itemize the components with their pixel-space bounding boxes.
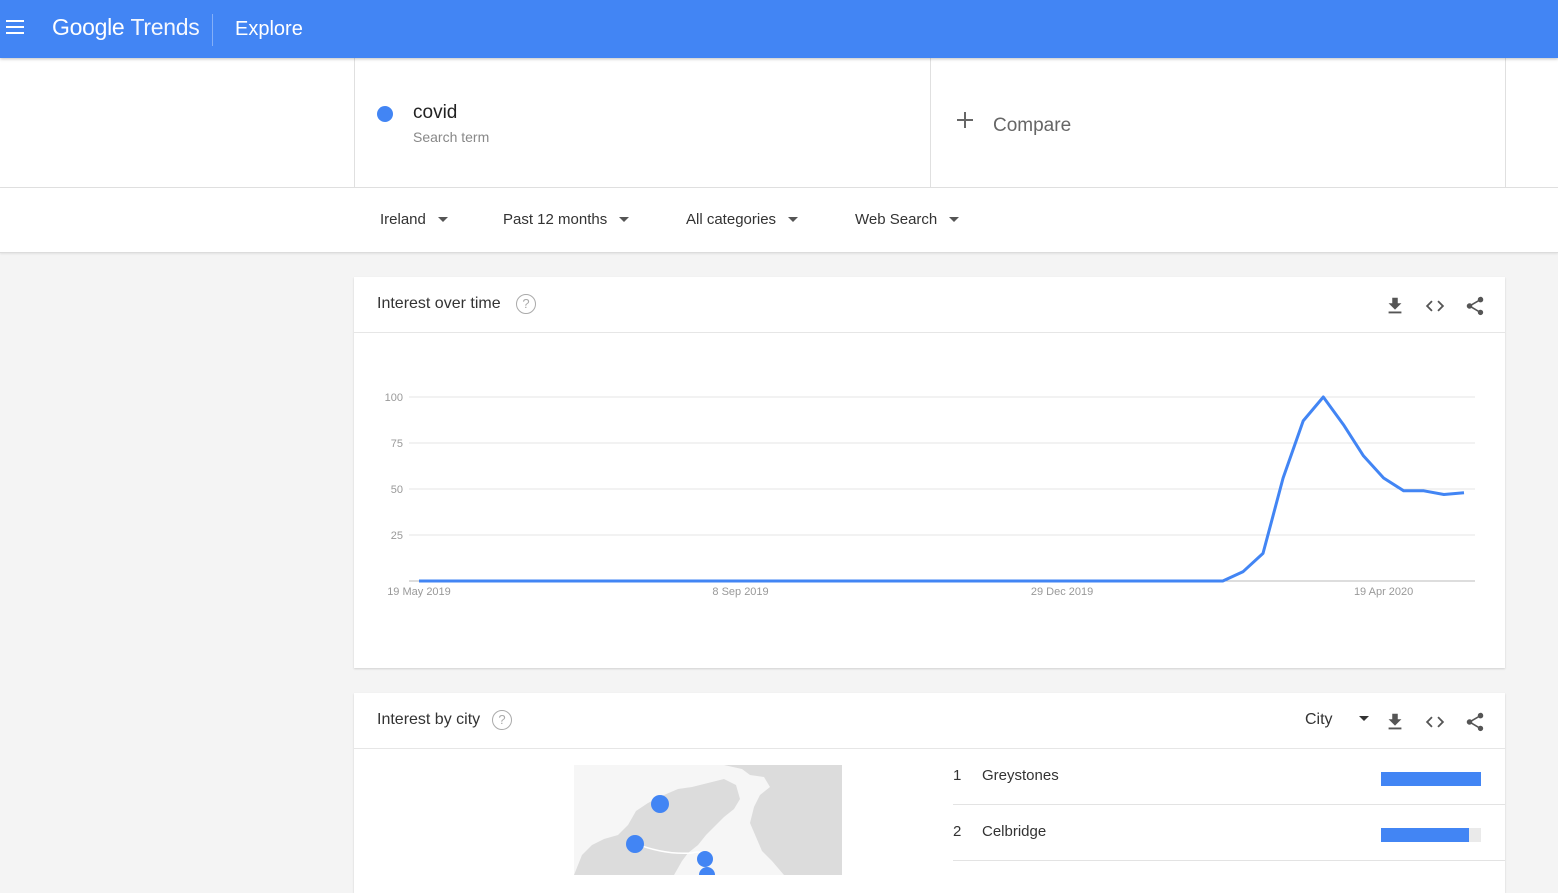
city-row[interactable]: 1 Greystones 100 — [953, 748, 1505, 805]
x-tick-label: 29 Dec 2019 — [1031, 586, 1093, 598]
embed-code-icon[interactable] — [1424, 711, 1446, 733]
logo-trends-text: Trends — [130, 14, 200, 40]
top-bar-divider — [212, 14, 213, 46]
page-title: Explore — [235, 18, 303, 40]
dropdown-arrow-icon — [619, 216, 630, 222]
search-term-name[interactable]: covid — [413, 102, 457, 124]
time-range-filter[interactable]: Past 12 months — [503, 211, 630, 228]
search-type-filter-label: Web Search — [855, 211, 938, 228]
category-filter-label: All categories — [686, 211, 777, 228]
city-rank: 2 — [953, 823, 962, 840]
filter-bar: Ireland Past 12 months All categories We… — [0, 188, 1558, 253]
time-range-filter-label: Past 12 months — [503, 211, 608, 228]
city-bar-fill — [1381, 772, 1481, 786]
interest-by-city-card: Interest by city ? City 1 Greystones 100 — [354, 693, 1505, 893]
compare-label: Compare — [993, 115, 1072, 136]
x-tick-label: 19 May 2019 — [387, 586, 451, 598]
map-marker[interactable] — [626, 835, 644, 853]
logo-google-text: Google — [52, 14, 125, 40]
top-app-bar: Google Trends Explore — [0, 0, 1558, 58]
dropdown-arrow-icon — [949, 216, 960, 222]
y-tick-label: 50 — [391, 484, 403, 496]
interest-over-time-chart[interactable]: 25 50 75 100 19 May 2019 8 Sep 2019 29 Dec 201… — [354, 333, 1505, 668]
dropdown-arrow-icon — [788, 216, 799, 222]
card-header: Interest by city ? City — [354, 693, 1505, 749]
hamburger-menu-icon[interactable] — [6, 20, 24, 36]
city-bar-fill — [1381, 828, 1469, 842]
dropdown-arrow-icon — [1358, 716, 1369, 722]
search-term-subtitle: Search term — [413, 129, 490, 145]
y-tick-label: 25 — [391, 530, 403, 542]
search-term-card[interactable]: covid Search term — [354, 58, 931, 187]
download-icon[interactable] — [1384, 295, 1406, 317]
dropdown-arrow-icon — [437, 216, 448, 222]
city-bar-track — [1381, 772, 1481, 786]
category-filter[interactable]: All categories — [686, 211, 799, 228]
x-tick-label: 19 Apr 2020 — [1354, 586, 1413, 598]
card-header: Interest over time ? — [354, 277, 1505, 333]
compare-button[interactable]: Compare — [929, 58, 1506, 187]
city-map[interactable] — [574, 765, 842, 875]
help-icon[interactable]: ? — [516, 294, 536, 314]
share-icon[interactable] — [1464, 295, 1486, 317]
term-color-dot — [377, 106, 393, 122]
help-icon[interactable]: ? — [492, 710, 512, 730]
card-title: Interest by city — [377, 711, 481, 728]
card-title: Interest over time — [377, 295, 501, 312]
map-marker[interactable] — [697, 851, 713, 867]
resolution-select[interactable]: City — [1305, 711, 1369, 729]
ireland-map-shape — [574, 765, 842, 875]
search-term-row: covid Search term Compare — [0, 58, 1558, 188]
share-icon[interactable] — [1464, 711, 1486, 733]
city-name: Greystones — [982, 767, 1059, 784]
google-trends-logo[interactable]: Google Trends — [52, 14, 200, 41]
city-name: Celbridge — [982, 823, 1047, 840]
embed-code-icon[interactable] — [1424, 295, 1446, 317]
resolution-select-label: City — [1305, 711, 1333, 728]
y-tick-label: 100 — [385, 392, 403, 404]
city-rank: 1 — [953, 767, 962, 784]
plus-icon — [957, 112, 973, 128]
region-filter[interactable]: Ireland — [380, 211, 448, 228]
search-type-filter[interactable]: Web Search — [855, 211, 960, 228]
y-tick-label: 75 — [391, 438, 403, 450]
download-icon[interactable] — [1384, 711, 1406, 733]
city-bar-track — [1381, 828, 1481, 842]
city-row[interactable]: 2 Celbridge 88 — [953, 804, 1505, 861]
x-tick-label: 8 Sep 2019 — [712, 586, 768, 598]
region-filter-label: Ireland — [380, 211, 426, 228]
interest-over-time-card: Interest over time ? 25 50 75 100 19 May 201… — [354, 277, 1505, 668]
map-marker[interactable] — [651, 795, 669, 813]
